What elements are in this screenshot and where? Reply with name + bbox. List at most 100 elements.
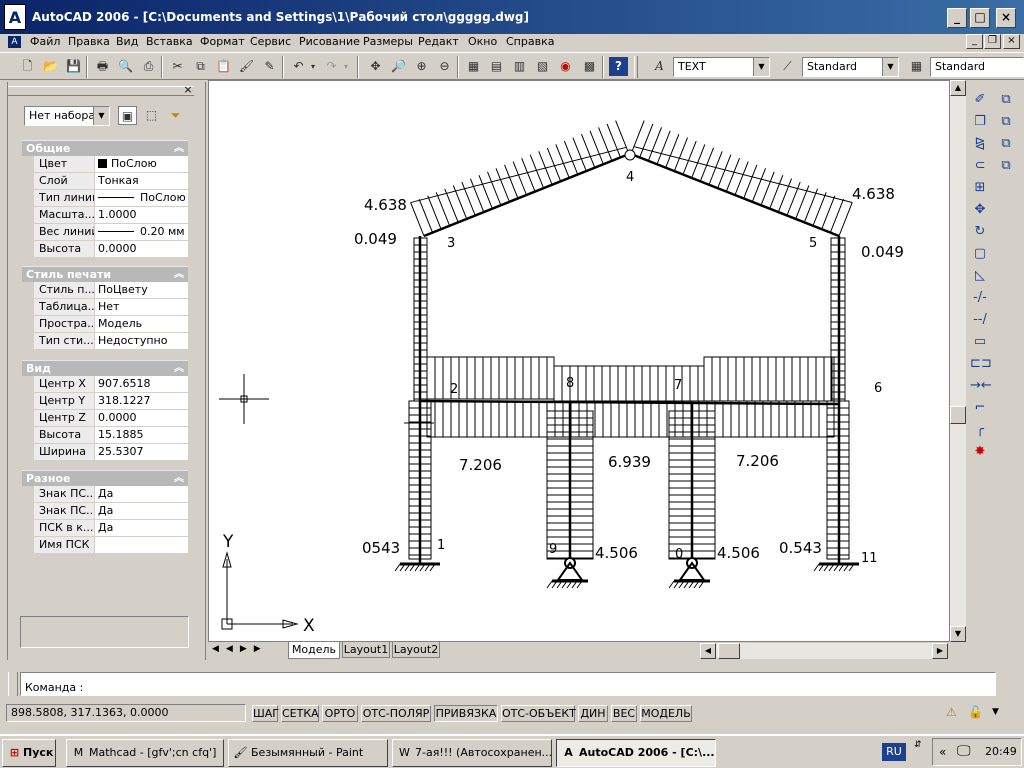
tab-nav-arrows[interactable]: ◀◀▶▶ (212, 644, 268, 654)
doc-close-button[interactable]: × (1003, 34, 1020, 49)
undo-dropdown-icon[interactable]: ▾ (308, 57, 318, 76)
polar-toggle[interactable]: ОТС-ПОЛЯР (361, 705, 431, 722)
open-file-icon[interactable]: 📂 (41, 57, 60, 76)
task-paint[interactable]: 🖌 Безымянный - Paint (228, 739, 388, 767)
lock-icon[interactable]: 🔓 (968, 705, 984, 721)
menu-help[interactable]: Справка (506, 35, 554, 48)
copy-icon[interactable]: ⧉ (191, 57, 210, 76)
property-row[interactable]: Знак ПС... Да (34, 503, 188, 520)
grid-toggle[interactable]: СЕТКА (281, 705, 319, 722)
undo-icon[interactable]: ↶ (289, 57, 308, 76)
trim-icon[interactable]: -/- (970, 288, 990, 308)
bring-front-icon[interactable]: ⧉ (996, 112, 1016, 132)
osnap-toggle[interactable]: ПРИВЯЗКА (434, 705, 498, 722)
task-mathcad[interactable]: M Mathcad - [gfv';cn cfq'] (66, 739, 224, 767)
property-value[interactable]: 0.0000 (95, 241, 188, 257)
close-button[interactable]: × (996, 8, 1016, 28)
text-style-select[interactable]: TEXT ▼ (673, 57, 770, 77)
task-word[interactable]: W 7-ая!!! (Автосохранен... (392, 739, 552, 767)
selection-select[interactable]: Нет набора ▼ (24, 106, 110, 126)
chevron-down-icon[interactable]: ▼ (93, 107, 109, 125)
menu-file[interactable]: Файл (30, 35, 60, 48)
menu-view[interactable]: Вид (116, 35, 138, 48)
scroll-right-icon[interactable]: ▶ (932, 643, 948, 659)
offset-icon[interactable]: ⊂ (970, 156, 990, 176)
property-row[interactable]: Масшта... 1.0000 (34, 207, 188, 224)
copy-object-icon[interactable]: ❐ (970, 112, 990, 132)
otrack-toggle[interactable]: ОТС-ОБЪЕКТ (501, 705, 576, 722)
sheet-set-icon[interactable]: ▧ (533, 57, 552, 76)
section-header[interactable]: Разное ︽ (22, 470, 188, 486)
ortho-toggle[interactable]: ОРТО (322, 705, 358, 722)
select-objects-icon[interactable]: ⬚ (142, 106, 161, 125)
property-row[interactable]: Вес линий 0.20 мм (34, 224, 188, 241)
section-header[interactable]: Стиль печати ︽ (22, 266, 188, 282)
language-menu-icon[interactable]: ⇵ (914, 740, 922, 750)
property-value[interactable]: 0.0000 (95, 410, 188, 426)
pan-icon[interactable]: ✥ (366, 57, 385, 76)
property-value[interactable] (95, 537, 188, 553)
redo-dropdown-icon[interactable]: ▾ (341, 57, 351, 76)
break-at-point-icon[interactable]: ▭ (970, 332, 990, 352)
collapse-chevron-icon[interactable]: ︽ (174, 267, 184, 283)
tab-layout2[interactable]: Layout2 (392, 642, 440, 658)
drawing-canvas[interactable]: YX4.6384.6380.0490.0497.206 6.939 7.206054… (209, 81, 949, 641)
property-value[interactable]: 907.6518 (95, 376, 188, 392)
property-value[interactable]: 1.0000 (95, 207, 188, 223)
tab-model[interactable]: Модель (288, 642, 340, 659)
collapse-chevron-icon[interactable]: ︽ (174, 471, 184, 487)
zoom-window-icon[interactable]: ⊕ (412, 57, 431, 76)
new-file-icon[interactable]: 🗋 (18, 57, 37, 76)
extend-icon[interactable]: --/ (970, 310, 990, 330)
model-toggle[interactable]: МОДЕЛЬ (640, 705, 692, 722)
text-style-icon[interactable]: A (650, 57, 669, 76)
property-row[interactable]: Тип сти... Недоступно (34, 333, 188, 350)
property-value[interactable]: ПоСлою (95, 156, 188, 172)
menu-window[interactable]: Окно (468, 35, 497, 48)
property-row[interactable]: Центр X 907.6518 (34, 376, 188, 393)
scroll-down-icon[interactable]: ▼ (950, 626, 966, 642)
palette-grip[interactable] (8, 86, 194, 96)
dim-style-select[interactable]: Standard ▼ (802, 57, 899, 77)
comm-center-icon[interactable]: ⚠ (946, 705, 964, 721)
scroll-up-icon[interactable]: ▲ (950, 80, 966, 96)
tray-expand-icon[interactable]: « (939, 745, 946, 759)
property-value[interactable]: 318.1227 (95, 393, 188, 409)
vertical-scrollbar[interactable]: ▲ ▼ (950, 80, 966, 642)
toggle-pickadd-icon[interactable]: ▣ (118, 106, 137, 125)
paste-icon[interactable]: 📋 (214, 57, 233, 76)
property-value[interactable]: 0.20 мм (95, 224, 188, 240)
tool-palettes-icon[interactable]: ▥ (510, 57, 529, 76)
break-icon[interactable]: ⊏⊐ (970, 354, 992, 374)
publish-icon[interactable]: ⎙ (139, 57, 158, 76)
property-row[interactable]: Стиль п... ПоЦвету (34, 282, 188, 299)
property-row[interactable]: Высота 15.1885 (34, 427, 188, 444)
drawing-area[interactable]: Y X 4.638 4.638 0.049 0.049 7.206 6.939 7.206 054… (208, 80, 950, 642)
print-preview-icon[interactable]: 🔍 (116, 57, 135, 76)
send-back-icon[interactable]: ⧉ (996, 134, 1016, 154)
calculator-icon[interactable]: ▩ (580, 57, 599, 76)
collapse-chevron-icon[interactable]: ︽ (174, 141, 184, 157)
menu-format[interactable]: Формат (200, 35, 245, 48)
autocad-app-icon[interactable]: A (4, 4, 26, 30)
join-icon[interactable]: →← (970, 376, 992, 396)
minimize-button[interactable]: _ (947, 8, 967, 28)
help-icon[interactable]: ? (609, 57, 628, 76)
markup-icon[interactable]: ◉ (556, 57, 575, 76)
start-button[interactable]: ⊞ Пуск (2, 739, 56, 767)
property-value[interactable]: Тонкая (95, 173, 188, 189)
tab-layout1[interactable]: Layout1 (342, 642, 390, 658)
status-menu-chevron-icon[interactable]: ▼ (992, 707, 999, 717)
command-line[interactable]: Команда : (20, 672, 996, 696)
property-row[interactable]: Слой Тонкая (34, 173, 188, 190)
snap-toggle[interactable]: ШАГ (252, 705, 279, 722)
property-row[interactable]: Высота 0.0000 (34, 241, 188, 258)
doc-minimize-button[interactable]: _ (966, 34, 983, 49)
chevron-down-icon[interactable]: ▼ (753, 58, 769, 76)
document-icon[interactable]: A (8, 36, 21, 48)
menu-modify[interactable]: Редакт (418, 35, 459, 48)
property-row[interactable]: Таблица... Нет (34, 299, 188, 316)
stretch-icon[interactable]: ◺ (970, 266, 990, 286)
maximize-button[interactable]: □ (970, 8, 990, 28)
print-icon[interactable]: 🖶 (93, 57, 112, 76)
